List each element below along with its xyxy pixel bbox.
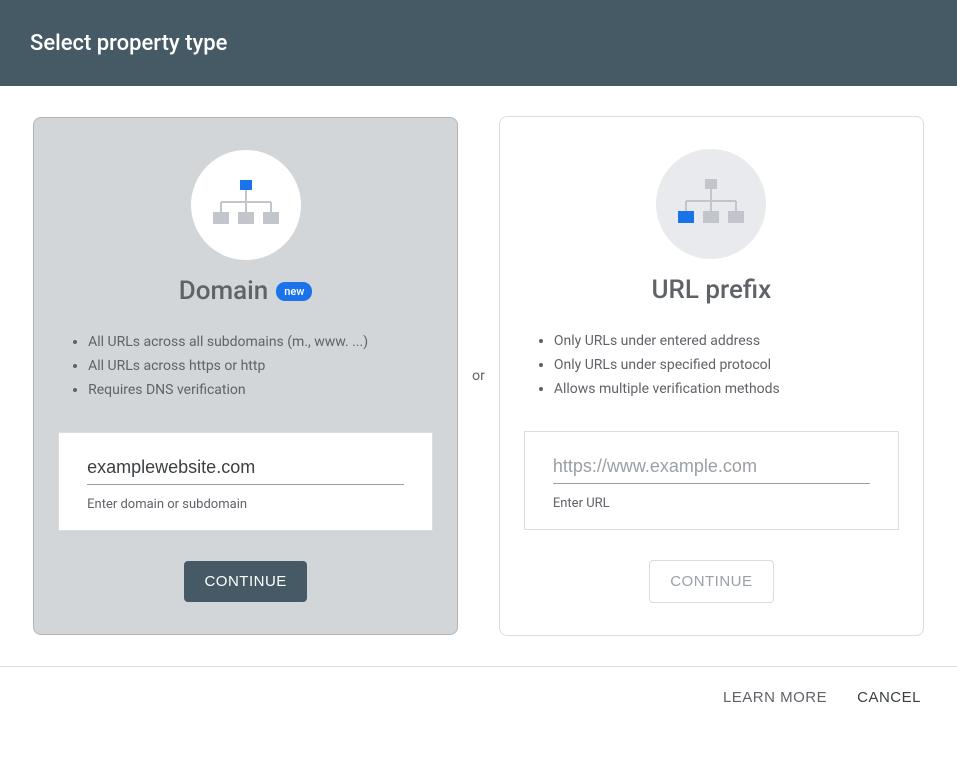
- url-prefix-input-box: Enter URL: [524, 431, 899, 530]
- url-prefix-bullet-item: Only URLs under entered address: [554, 329, 899, 353]
- url-prefix-card-title-row: URL prefix: [652, 275, 772, 305]
- domain-input-hint: Enter domain or subdomain: [87, 497, 404, 512]
- sitemap-url-prefix-icon: [676, 179, 746, 229]
- learn-more-button[interactable]: LEARN MORE: [723, 689, 827, 706]
- cancel-button[interactable]: CANCEL: [857, 689, 921, 706]
- modal-content: Domain new All URLs across all subdomain…: [0, 86, 957, 636]
- url-prefix-card[interactable]: URL prefix Only URLs under entered addre…: [499, 116, 924, 636]
- modal-title: Select property type: [30, 31, 227, 56]
- modal-footer: LEARN MORE CANCEL: [0, 666, 957, 728]
- url-prefix-bullet-item: Only URLs under specified protocol: [554, 353, 899, 377]
- url-prefix-card-title: URL prefix: [652, 275, 772, 305]
- domain-card-title-row: Domain new: [179, 276, 313, 306]
- domain-bullets: All URLs across all subdomains (m., www.…: [58, 330, 433, 402]
- url-prefix-continue-button[interactable]: CONTINUE: [649, 560, 773, 603]
- domain-input-box: Enter domain or subdomain: [58, 432, 433, 531]
- domain-card[interactable]: Domain new All URLs across all subdomain…: [33, 117, 458, 635]
- url-prefix-bullet-item: Allows multiple verification methods: [554, 377, 899, 401]
- sitemap-domain-icon: [211, 180, 281, 230]
- new-badge: new: [276, 282, 312, 301]
- url-prefix-input-hint: Enter URL: [553, 496, 870, 511]
- domain-continue-button[interactable]: CONTINUE: [184, 561, 306, 602]
- url-prefix-input[interactable]: [553, 450, 870, 484]
- domain-bullet-item: All URLs across https or http: [88, 354, 433, 378]
- domain-card-title: Domain: [179, 276, 269, 306]
- domain-input[interactable]: [87, 451, 404, 485]
- domain-bullet-item: Requires DNS verification: [88, 378, 433, 402]
- modal-header: Select property type: [0, 0, 957, 86]
- domain-bullet-item: All URLs across all subdomains (m., www.…: [88, 330, 433, 354]
- url-prefix-bullets: Only URLs under entered address Only URL…: [524, 329, 899, 401]
- url-prefix-icon-circle: [656, 149, 766, 259]
- or-divider: or: [472, 368, 485, 384]
- domain-icon-circle: [191, 150, 301, 260]
